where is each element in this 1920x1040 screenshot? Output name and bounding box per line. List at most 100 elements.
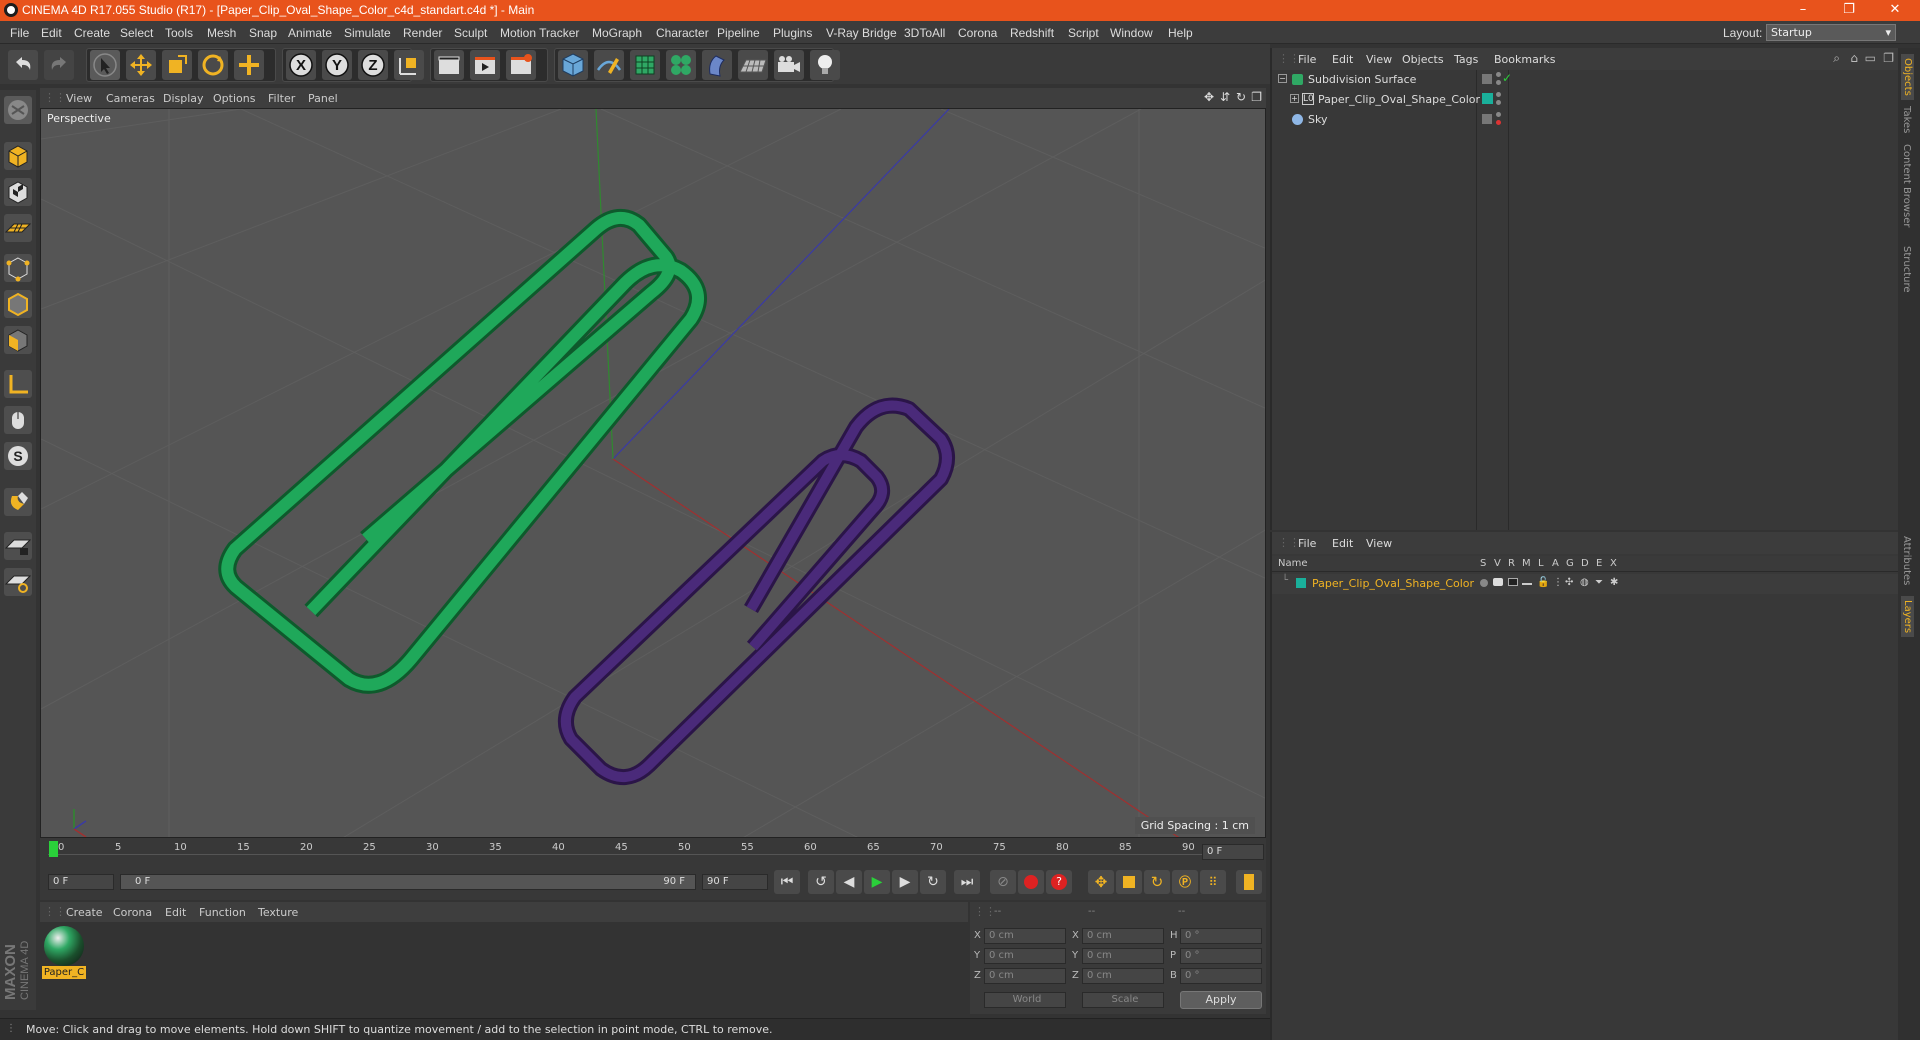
- coordinate-system-button[interactable]: [394, 50, 424, 80]
- menu-motion-tracker[interactable]: Motion Tracker: [500, 26, 579, 40]
- layers-menu-view[interactable]: View: [1366, 537, 1392, 550]
- pos-x-field[interactable]: 0 cm: [984, 928, 1066, 944]
- polygons-mode-button[interactable]: [4, 326, 32, 354]
- rot-b-field[interactable]: 0 °: [1180, 968, 1262, 984]
- menu-simulate[interactable]: Simulate: [344, 26, 391, 40]
- render-clapboard-icon[interactable]: [1508, 578, 1518, 586]
- tab-takes[interactable]: Takes: [1901, 106, 1912, 133]
- light-button[interactable]: [810, 50, 840, 80]
- menu-mesh[interactable]: Mesh: [207, 26, 236, 40]
- render-picture-viewer-button[interactable]: [470, 50, 500, 80]
- workplane-mode-button[interactable]: [4, 214, 32, 242]
- snap-button[interactable]: [4, 488, 32, 516]
- last-tool-button[interactable]: [234, 50, 264, 80]
- subdivision-surface-button[interactable]: [630, 50, 660, 80]
- objects-menu-file[interactable]: File: [1298, 53, 1316, 66]
- editor-visibility-dot[interactable]: [1496, 72, 1501, 77]
- go-to-start-button[interactable]: ⏮: [774, 870, 800, 894]
- planar-workplane-button[interactable]: [4, 568, 32, 596]
- size-mode-select[interactable]: Scale: [1082, 992, 1164, 1008]
- green-paper-clip[interactable]: [218, 209, 707, 694]
- redo-button[interactable]: [44, 50, 74, 80]
- object-row-sky[interactable]: Sky: [1272, 110, 1900, 130]
- new-view-icon[interactable]: ▭: [1865, 51, 1876, 65]
- drag-handle-icon[interactable]: ⋮⋮: [44, 91, 66, 104]
- collapse-toggle-icon[interactable]: −: [1278, 74, 1287, 83]
- menu-corona[interactable]: Corona: [958, 26, 997, 40]
- size-z-field[interactable]: 0 cm: [1082, 968, 1164, 984]
- autokey-button[interactable]: ?: [1046, 870, 1072, 894]
- tab-content-browser[interactable]: Content Browser: [1901, 144, 1912, 227]
- menu-edit[interactable]: Edit: [41, 26, 62, 40]
- floor-button[interactable]: [738, 50, 768, 80]
- viewport-rotate-icon[interactable]: ↻: [1236, 90, 1246, 104]
- render-visibility-dot[interactable]: [1496, 100, 1501, 105]
- select-tool-button[interactable]: [90, 50, 120, 80]
- menu-redshift[interactable]: Redshift: [1010, 26, 1054, 40]
- axis-mode-button[interactable]: [4, 370, 32, 398]
- column-locked[interactable]: L: [1538, 558, 1544, 569]
- render-settings-button[interactable]: [506, 50, 536, 80]
- column-expressions[interactable]: E: [1596, 558, 1602, 569]
- layers-menu-edit[interactable]: Edit: [1332, 537, 1353, 550]
- column-solo[interactable]: S: [1480, 558, 1486, 569]
- pos-y-field[interactable]: 0 cm: [984, 948, 1066, 964]
- material-menu-create[interactable]: Create: [66, 906, 103, 919]
- viewport-menu-panel[interactable]: Panel: [308, 92, 338, 105]
- menu-character[interactable]: Character: [656, 26, 709, 40]
- column-render[interactable]: R: [1508, 558, 1515, 569]
- menu-render[interactable]: Render: [403, 26, 442, 40]
- object-row-paper-clip[interactable]: + L0 Paper_Clip_Oval_Shape_Color: [1272, 90, 1900, 110]
- next-key-button[interactable]: ↻: [920, 870, 946, 894]
- model-mode-button[interactable]: [4, 142, 32, 170]
- lock-icon[interactable]: 🔓: [1537, 577, 1549, 588]
- manager-icon[interactable]: [1522, 579, 1532, 585]
- coordinate-mode-select[interactable]: World: [984, 992, 1066, 1008]
- home-icon[interactable]: ⌂: [1850, 51, 1858, 65]
- animation-icon[interactable]: ⋮: [1553, 577, 1563, 588]
- size-x-field[interactable]: 0 cm: [1082, 928, 1164, 944]
- menu-help[interactable]: Help: [1168, 26, 1193, 40]
- material-menu-function[interactable]: Function: [199, 906, 246, 919]
- current-frame-field[interactable]: 0 F: [1202, 844, 1264, 860]
- end-frame-field[interactable]: 90 F: [702, 874, 768, 890]
- tab-layers[interactable]: Layers: [1901, 596, 1914, 638]
- viewport-dolly-icon[interactable]: ⇵: [1220, 90, 1230, 104]
- record-button[interactable]: [1018, 870, 1044, 894]
- next-frame-button[interactable]: ▶: [892, 870, 918, 894]
- eye-icon[interactable]: [1493, 578, 1503, 586]
- play-button[interactable]: ▶: [864, 870, 890, 894]
- objects-menu-objects[interactable]: Objects: [1402, 53, 1444, 66]
- apply-button[interactable]: Apply: [1180, 991, 1262, 1009]
- column-deformers[interactable]: D: [1581, 558, 1589, 569]
- render-view-button[interactable]: [434, 50, 464, 80]
- objects-menu-bookmarks[interactable]: Bookmarks: [1494, 53, 1555, 66]
- menu-script[interactable]: Script: [1068, 26, 1099, 40]
- menu-vray-bridge[interactable]: V-Ray Bridge: [826, 26, 897, 40]
- tab-attributes[interactable]: Attributes: [1901, 536, 1912, 585]
- rotate-tool-button[interactable]: [198, 50, 228, 80]
- menu-sculpt[interactable]: Sculpt: [454, 26, 487, 40]
- material-menu-edit[interactable]: Edit: [165, 906, 186, 919]
- viewport-maximize-icon[interactable]: ❐: [1251, 90, 1262, 104]
- layout-select[interactable]: Startup ▾: [1766, 24, 1896, 41]
- layer-color-swatch[interactable]: [1296, 578, 1306, 588]
- objects-menu-tags[interactable]: Tags: [1454, 53, 1478, 66]
- viewport-menu-display[interactable]: Display: [163, 92, 204, 105]
- menu-file[interactable]: File: [10, 26, 29, 40]
- solo-toggle-icon[interactable]: [1480, 579, 1488, 587]
- z-axis-button[interactable]: Z: [358, 50, 388, 80]
- motion-path-button[interactable]: ⊘: [990, 870, 1016, 894]
- render-visibility-dot[interactable]: [1496, 80, 1501, 85]
- objects-menu-edit[interactable]: Edit: [1332, 53, 1353, 66]
- column-generators[interactable]: G: [1566, 558, 1574, 569]
- menu-pipeline[interactable]: Pipeline: [717, 26, 760, 40]
- previous-key-button[interactable]: ↺: [808, 870, 834, 894]
- material-menu-texture[interactable]: Texture: [258, 906, 298, 919]
- column-view[interactable]: V: [1494, 558, 1501, 569]
- menu-3dtoall[interactable]: 3DToAll: [904, 26, 945, 40]
- column-name[interactable]: Name: [1278, 558, 1308, 569]
- key-scale-button[interactable]: [1116, 870, 1142, 894]
- viewport-menu-options[interactable]: Options: [213, 92, 255, 105]
- size-y-field[interactable]: 0 cm: [1082, 948, 1164, 964]
